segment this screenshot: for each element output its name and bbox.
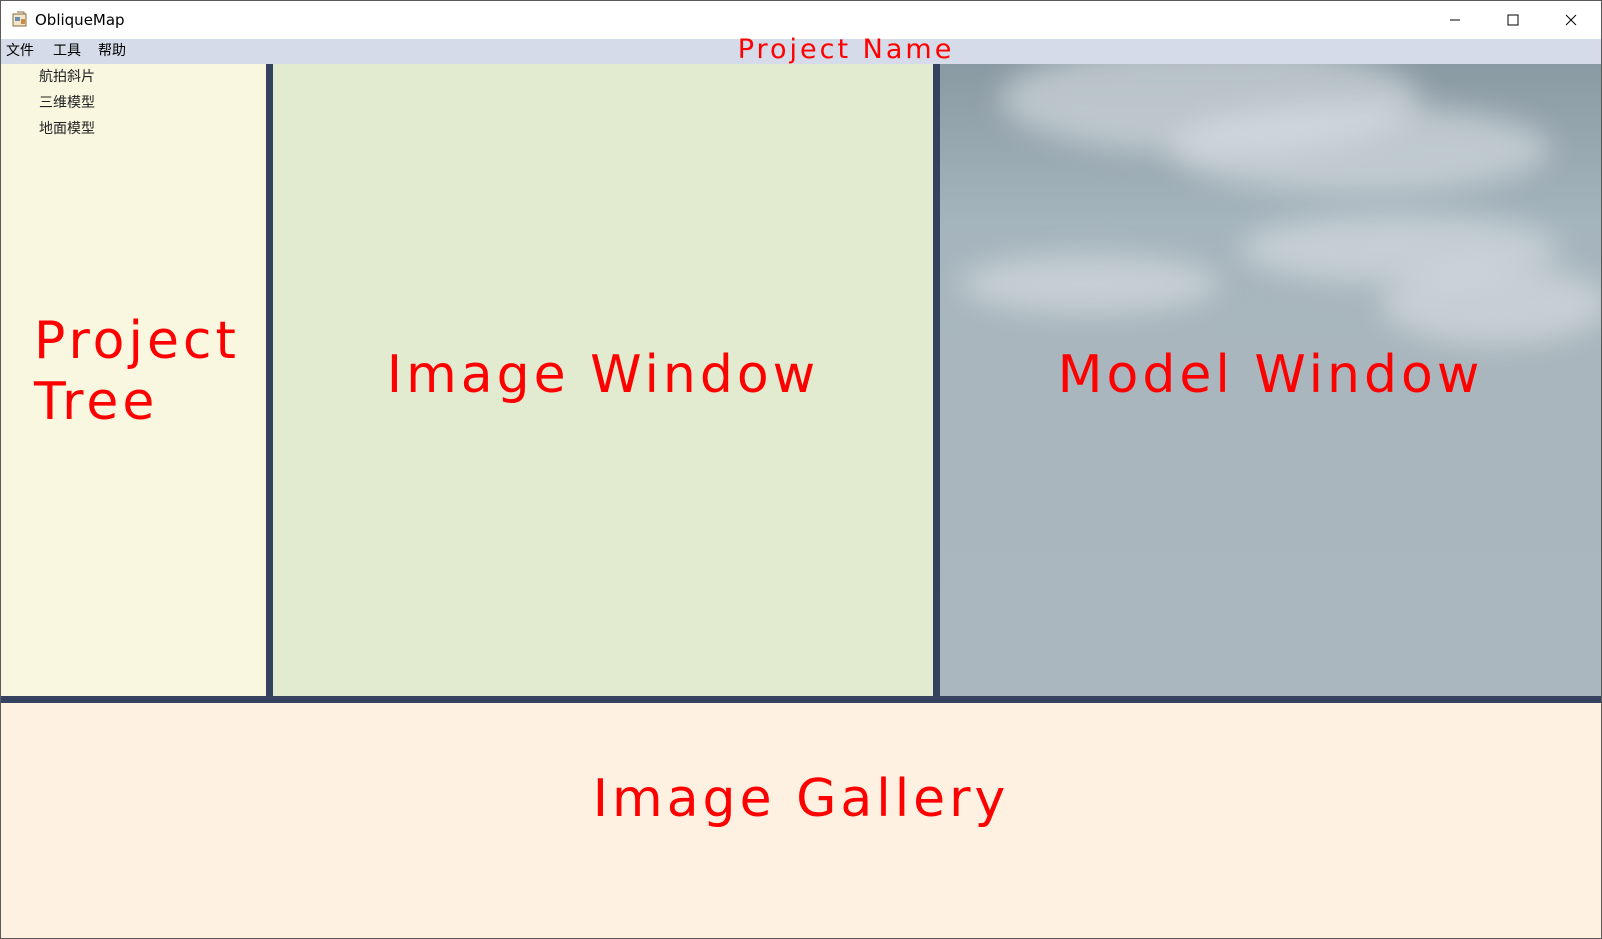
menu-tools[interactable]: 工具 bbox=[53, 42, 81, 61]
maximize-icon bbox=[1507, 11, 1519, 30]
image-gallery-annotation: Image Gallery bbox=[592, 769, 1010, 829]
project-tree-annotation-line2: Tree bbox=[34, 372, 159, 432]
tree-item-aerial-oblique[interactable]: 航拍斜片 bbox=[39, 68, 95, 86]
sky-cloud bbox=[1380, 264, 1601, 344]
menu-file[interactable]: 文件 bbox=[6, 42, 34, 61]
tree-item-ground-model[interactable]: 地面模型 bbox=[39, 120, 95, 138]
project-tree-annotation-line1: Project bbox=[34, 311, 240, 371]
close-icon bbox=[1565, 11, 1577, 30]
model-window-panel[interactable]: Model Window bbox=[940, 64, 1601, 696]
minimize-icon bbox=[1449, 11, 1461, 30]
app-icon bbox=[12, 11, 28, 27]
image-model-splitter[interactable] bbox=[933, 64, 940, 696]
main-gallery-splitter[interactable] bbox=[1, 696, 1601, 703]
maximize-button[interactable] bbox=[1484, 1, 1542, 39]
image-window-panel[interactable]: Image Window bbox=[273, 64, 933, 696]
sky-cloud bbox=[1170, 104, 1550, 194]
minimize-button[interactable] bbox=[1426, 1, 1484, 39]
project-name-annotation: Project Name bbox=[737, 34, 955, 65]
tree-image-splitter[interactable] bbox=[266, 64, 273, 696]
tree-item-3d-model[interactable]: 三维模型 bbox=[39, 94, 95, 112]
close-button[interactable] bbox=[1542, 1, 1600, 39]
app-window: ObliqueMap 文件 工具 帮助 航拍斜片 三维模型 地面模型 Proje… bbox=[0, 0, 1602, 939]
model-window-annotation: Model Window bbox=[1057, 345, 1484, 405]
window-title: ObliqueMap bbox=[35, 11, 125, 29]
sky-cloud bbox=[960, 254, 1220, 314]
image-window-annotation: Image Window bbox=[386, 345, 820, 405]
menu-help[interactable]: 帮助 bbox=[98, 42, 126, 61]
project-tree-panel: 航拍斜片 三维模型 地面模型 Project Tree bbox=[1, 64, 266, 696]
image-gallery-panel[interactable]: Image Gallery bbox=[1, 703, 1601, 938]
project-tree-annotation: Project Tree bbox=[34, 311, 240, 433]
